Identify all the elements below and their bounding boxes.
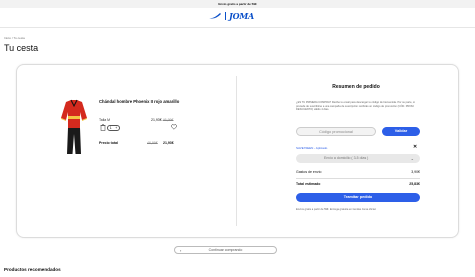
- price-new: 21,93€: [151, 118, 162, 122]
- product-size: Talla M: [99, 118, 111, 122]
- breadcrumb[interactable]: Inicio / Tu cesta: [4, 36, 25, 40]
- shipping-cost-row: Gastos de envío 3,90€: [296, 170, 420, 174]
- product-name[interactable]: Chándal hombre Phoenix II rojo amarillo: [99, 99, 185, 105]
- recommended-products-title: Productos recomendados: [4, 267, 61, 272]
- brand-wordmark: JOMA: [229, 11, 255, 21]
- shipping-method-select[interactable]: Envío a domicilio ( 3-5 días ) ⌄: [296, 154, 420, 163]
- item-total-new: 21,93€: [163, 141, 174, 145]
- continue-shopping-label: Continuar comprando: [208, 248, 243, 252]
- quantity-stepper[interactable]: 1 +: [107, 125, 120, 131]
- promo-note: ¿ES TU PRIMERA COMPRA? Recibe tu email p…: [296, 101, 415, 112]
- total-label: Total estimado: [296, 182, 321, 186]
- joma-swoosh-icon: [209, 13, 221, 19]
- chevron-left-icon: ‹: [180, 248, 182, 253]
- brand-logo[interactable]: JOMA: [208, 11, 254, 21]
- checkout-button[interactable]: Tramitar pedido: [296, 193, 420, 202]
- trash-icon[interactable]: [100, 124, 106, 131]
- remove-promo-close-icon[interactable]: ✕: [413, 144, 417, 150]
- quantity-value: 1: [109, 126, 112, 130]
- total-value: 25,83€: [409, 182, 420, 186]
- price-old: 46,99€: [162, 118, 174, 122]
- item-total-old: 46,99€: [147, 141, 158, 145]
- page-title: Tu cesta: [4, 43, 39, 53]
- tracksuit-image[interactable]: [60, 98, 88, 156]
- total-row: Total estimado 25,83€: [296, 182, 420, 186]
- chevron-down-icon: ⌄: [410, 156, 414, 161]
- summary-title: Resumen de pedido: [332, 84, 380, 90]
- free-shipping-note: Envíos gratis a partir de 59€. Entrega g…: [296, 208, 377, 211]
- summary-separator: [296, 178, 420, 179]
- card-divider: [236, 76, 237, 226]
- product-price: 21,93€ 46,99€: [151, 118, 173, 122]
- promo-bar: Envío gratis a partir de 59€: [0, 0, 475, 8]
- heart-icon[interactable]: [171, 124, 177, 130]
- continue-shopping-button[interactable]: ‹ Continuar comprando: [174, 246, 277, 254]
- promo-code-input[interactable]: Código promocional: [296, 127, 376, 136]
- shipping-cost-label: Gastos de envío: [296, 170, 322, 174]
- shipping-cost-value: 3,90€: [411, 170, 420, 174]
- plus-icon[interactable]: +: [115, 126, 117, 130]
- applied-promo-code: SAVE70EEN - Aplicado: [296, 146, 328, 150]
- shipping-method-value: Envío a domicilio ( 3-5 días ): [324, 156, 369, 160]
- item-total-label: Precio total: [99, 141, 119, 145]
- validate-button[interactable]: Validar: [382, 127, 420, 136]
- logo-separator: [225, 12, 226, 20]
